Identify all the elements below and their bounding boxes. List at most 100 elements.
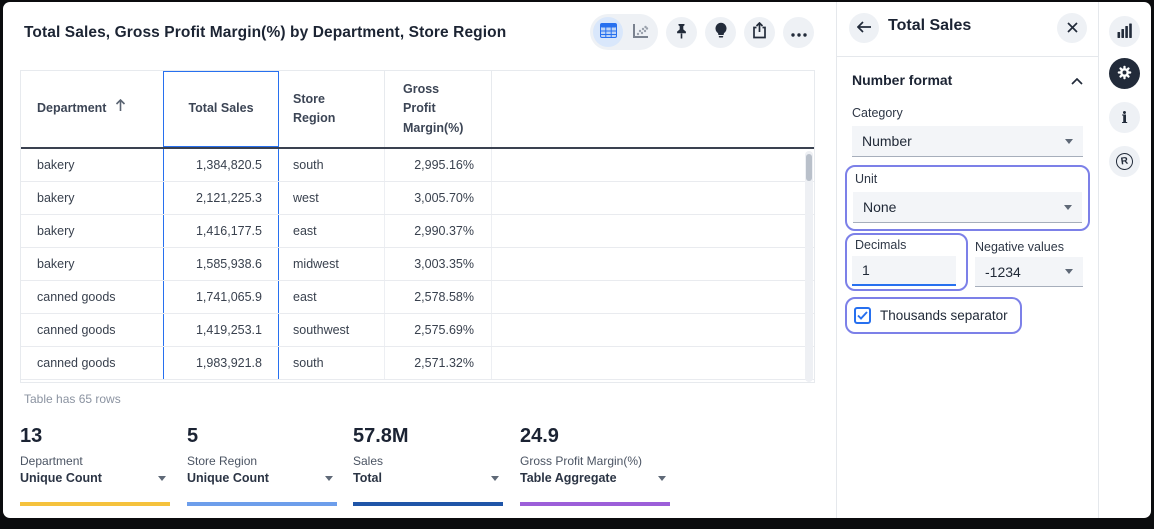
chevron-down-icon	[491, 476, 499, 481]
table-cell: bakery	[21, 149, 163, 181]
negative-values-label: Negative values	[975, 240, 1064, 254]
chevron-down-icon	[158, 476, 166, 481]
summary-aggregate-dropdown[interactable]: Unique Count	[20, 471, 170, 485]
scatter-chart-icon	[632, 23, 649, 42]
summary-card: 13DepartmentUnique Count	[20, 425, 170, 506]
insights-button[interactable]	[705, 17, 736, 48]
summary-aggregate-label: Table Aggregate	[520, 471, 617, 485]
table-icon	[600, 23, 617, 41]
table-cell: midwest	[279, 248, 385, 280]
info-icon: i	[1121, 108, 1127, 127]
table-cell: canned goods	[21, 347, 163, 379]
summary-color-bar	[520, 502, 670, 506]
info-button[interactable]: i	[1109, 102, 1140, 133]
negative-values-value: -1234	[985, 264, 1021, 280]
settings-button[interactable]	[1109, 58, 1140, 89]
table-cell: 2,578.58%	[385, 281, 492, 313]
negative-values-dropdown[interactable]: -1234	[975, 257, 1083, 287]
table-row[interactable]: bakery1,416,177.5east2,990.37%	[21, 215, 814, 248]
summary-value: 57.8M	[353, 425, 503, 447]
summary-color-bar	[20, 502, 170, 506]
chevron-down-icon	[1064, 205, 1072, 210]
table-cell: 1,741,065.9	[163, 281, 279, 313]
thousands-separator-label: Thousands separator	[880, 308, 1008, 323]
panel-back-button[interactable]	[849, 13, 879, 43]
decimals-input[interactable]	[852, 256, 956, 286]
table-cell: canned goods	[21, 281, 163, 313]
gear-icon	[1116, 64, 1133, 84]
chevron-down-icon	[1065, 269, 1073, 274]
category-label: Category	[852, 106, 903, 120]
chevron-down-icon	[658, 476, 666, 481]
table-cell: 2,990.37%	[385, 215, 492, 247]
summary-card: 24.9Gross Profit Margin(%)Table Aggregat…	[520, 425, 670, 506]
table-cell: 3,003.35%	[385, 248, 492, 280]
scrollbar-thumb[interactable]	[806, 154, 812, 181]
table-body: bakery1,384,820.5south2,995.16%bakery2,1…	[21, 149, 814, 380]
chevron-up-icon	[1071, 72, 1083, 88]
table-cell: east	[279, 215, 385, 247]
chevron-down-icon	[325, 476, 333, 481]
table-cell: 2,575.69%	[385, 314, 492, 346]
table-cell: 1,416,177.5	[163, 215, 279, 247]
ellipsis-icon	[791, 25, 807, 40]
table-header: Department Total Sales Store Region Gros…	[21, 71, 814, 149]
column-header-gross-profit-margin[interactable]: Gross Profit Margin(%)	[385, 71, 492, 147]
table-cell: south	[279, 347, 385, 379]
summary-card: 5Store RegionUnique Count	[187, 425, 337, 506]
more-button[interactable]	[783, 17, 814, 48]
summary-aggregate-dropdown[interactable]: Unique Count	[187, 471, 337, 485]
summary-value: 5	[187, 425, 337, 447]
share-button[interactable]	[744, 17, 775, 48]
table-cell: 2,995.16%	[385, 149, 492, 181]
pin-icon	[674, 23, 689, 42]
unit-dropdown[interactable]: None	[853, 192, 1082, 223]
chart-view-button[interactable]	[625, 17, 655, 47]
table-scrollbar[interactable]	[805, 151, 813, 382]
sort-ascending-icon[interactable]	[115, 99, 126, 118]
chart-options-button[interactable]	[1109, 16, 1140, 47]
table-row[interactable]: bakery2,121,225.3west3,005.70%	[21, 182, 814, 215]
table-cell-empty	[492, 182, 814, 214]
unit-value: None	[863, 199, 896, 215]
table-cell: bakery	[21, 182, 163, 214]
chevron-down-icon	[1065, 139, 1073, 144]
thousands-separator-checkbox[interactable]	[854, 307, 871, 324]
table-cell-empty	[492, 149, 814, 181]
table-row[interactable]: bakery1,384,820.5south2,995.16%	[21, 149, 814, 182]
summary-aggregate-label: Total	[353, 471, 382, 485]
table-cell: southwest	[279, 314, 385, 346]
table-cell: canned goods	[21, 314, 163, 346]
category-dropdown[interactable]: Number	[852, 126, 1083, 157]
summary-aggregate-label: Unique Count	[20, 471, 102, 485]
table-cell: 3,005.70%	[385, 182, 492, 214]
decimals-label: Decimals	[855, 238, 906, 252]
column-header-department[interactable]: Department	[21, 71, 163, 147]
back-arrow-icon	[857, 21, 872, 36]
data-table: Department Total Sales Store Region Gros…	[20, 70, 815, 383]
panel-close-button[interactable]	[1057, 13, 1087, 43]
bar-chart-icon	[1117, 23, 1132, 41]
table-cell-empty	[492, 347, 814, 379]
table-row[interactable]: canned goods1,983,921.8south2,571.32%	[21, 347, 814, 380]
number-format-section-header[interactable]: Number format	[852, 72, 1083, 88]
table-row-count: Table has 65 rows	[24, 392, 121, 406]
table-row[interactable]: canned goods1,419,253.1southwest2,575.69…	[21, 314, 814, 347]
table-row[interactable]: bakery1,585,938.6midwest3,003.35%	[21, 248, 814, 281]
table-cell: 2,571.32%	[385, 347, 492, 379]
summary-aggregate-label: Unique Count	[187, 471, 269, 485]
column-header-store-region[interactable]: Store Region	[279, 71, 385, 147]
table-cell: east	[279, 281, 385, 313]
summary-aggregate-dropdown[interactable]: Total	[353, 471, 503, 485]
summary-card: 57.8MSalesTotal	[353, 425, 503, 506]
table-cell: 1,419,253.1	[163, 314, 279, 346]
pin-button[interactable]	[666, 17, 697, 48]
share-icon	[752, 22, 767, 42]
summary-value: 24.9	[520, 425, 670, 447]
table-row[interactable]: canned goods1,741,065.9east2,578.58%	[21, 281, 814, 314]
r-badge-button[interactable]: R	[1109, 146, 1140, 177]
table-view-button[interactable]	[593, 17, 623, 47]
summary-aggregate-dropdown[interactable]: Table Aggregate	[520, 471, 670, 485]
rail-divider	[1098, 2, 1099, 518]
column-header-total-sales[interactable]: Total Sales	[163, 71, 279, 147]
